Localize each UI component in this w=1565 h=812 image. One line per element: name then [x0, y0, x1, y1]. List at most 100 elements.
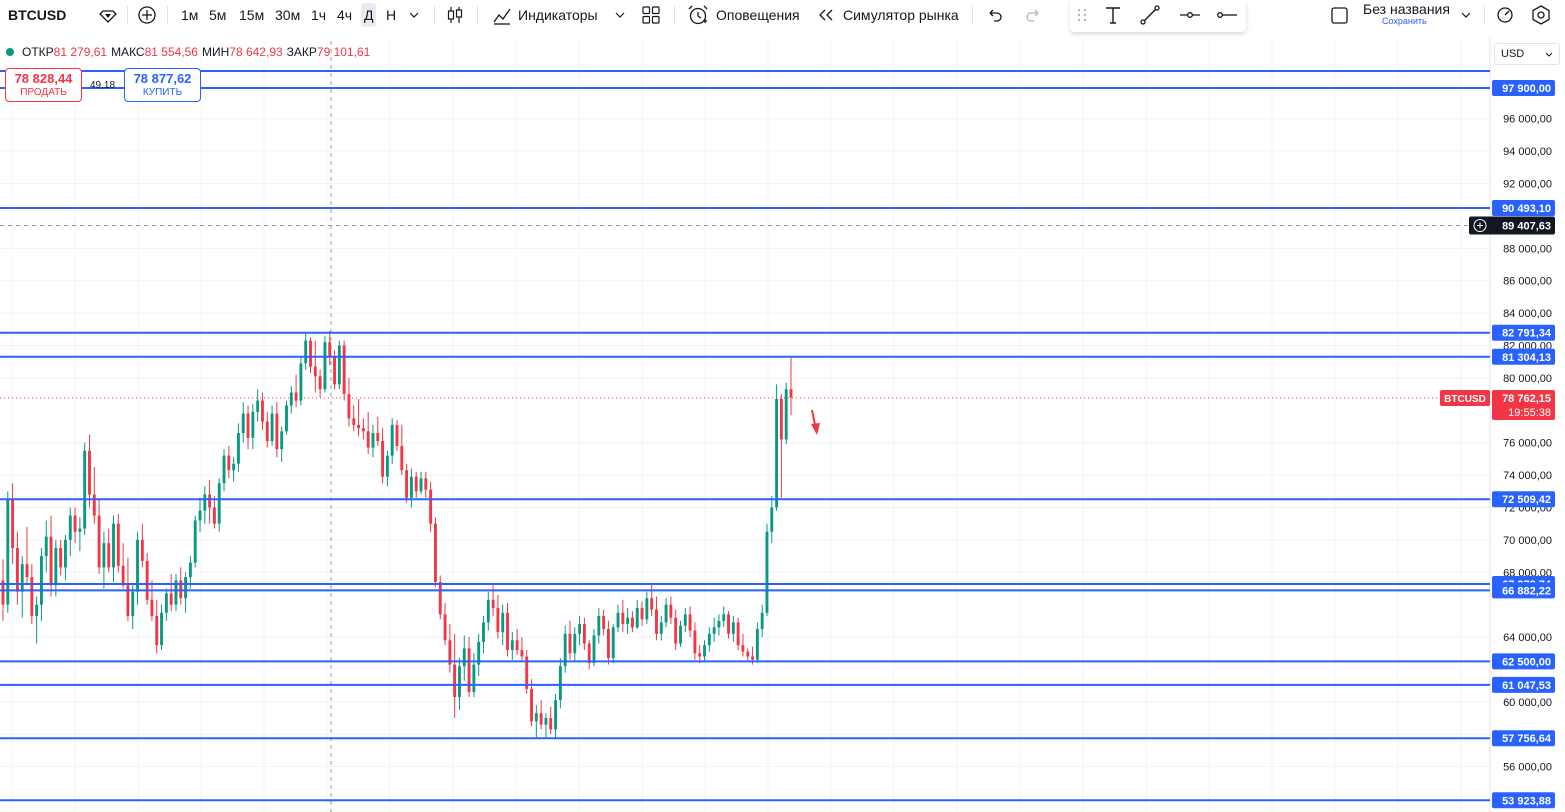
candle-body	[102, 543, 106, 568]
price-tick: 74 000,00	[1503, 470, 1552, 482]
timeframe-4h[interactable]: 4ч	[337, 0, 352, 30]
candle-body	[164, 593, 168, 613]
rewind-icon[interactable]	[817, 0, 835, 30]
candle-body	[6, 499, 10, 605]
chevron-down-icon[interactable]	[1460, 0, 1472, 30]
open-label: ОТКР	[22, 45, 54, 59]
candle-body	[251, 411, 255, 438]
timeframe-1m[interactable]: 1м	[181, 0, 198, 30]
sell-button[interactable]: 78 828,44 ПРОДАТЬ	[5, 68, 82, 102]
timeframe-week[interactable]: Н	[386, 0, 396, 30]
horizontal-line-icon[interactable]	[1178, 0, 1202, 30]
layout-save-status[interactable]: Сохранить	[1382, 16, 1427, 26]
close-label: ЗАКР	[286, 45, 317, 59]
candle-body	[11, 499, 15, 548]
layout-grid-icon[interactable]	[640, 0, 662, 30]
candle-body	[352, 418, 356, 425]
undo-icon[interactable]	[985, 0, 1005, 30]
candle-body	[261, 400, 264, 422]
redo-icon[interactable]	[1023, 0, 1043, 30]
candle-body	[688, 614, 692, 631]
horizontal-lines	[0, 69, 1490, 802]
candle-body	[587, 643, 591, 663]
price-axis-labels: 96 000,00 94 000,00 92 000,00 88 000,00 86 0…	[1440, 79, 1555, 809]
candle-body	[188, 562, 192, 578]
alarm-clock-icon[interactable]	[686, 0, 710, 30]
candle-body	[419, 478, 423, 492]
currency-label: USD	[1501, 48, 1525, 60]
candle-body	[486, 599, 490, 623]
candle-body	[578, 624, 582, 634]
candle-body	[313, 366, 317, 377]
candle-body	[236, 432, 240, 464]
timeframe-5m[interactable]: 5м	[209, 0, 226, 30]
candle-body	[770, 507, 774, 532]
candle-body	[626, 617, 630, 625]
candle-body	[563, 633, 567, 667]
candle-body	[323, 342, 327, 390]
currency-select[interactable]: USD	[1494, 43, 1560, 65]
candle-body	[20, 564, 24, 592]
candle-body	[30, 577, 34, 617]
horizontal-ray-icon[interactable]	[1215, 0, 1239, 30]
layout-name[interactable]: Без названия	[1363, 2, 1450, 16]
sell-label: ПРОДАТЬ	[20, 87, 67, 98]
candle-body	[789, 389, 793, 398]
timeframe-day[interactable]: Д	[361, 3, 377, 27]
candle-body	[611, 627, 615, 659]
candle-body	[318, 376, 322, 390]
candle-body	[203, 494, 207, 511]
gem-icon[interactable]	[97, 0, 119, 30]
candle-body	[126, 585, 130, 617]
candle-body	[703, 645, 706, 657]
level-price-tag	[1492, 730, 1555, 747]
candle-body	[155, 616, 159, 646]
quick-search-icon[interactable]	[1495, 0, 1517, 30]
buy-button[interactable]: 78 877,62 КУПИТЬ	[124, 68, 201, 102]
candle-body	[309, 340, 312, 367]
symbol-tag	[1440, 389, 1490, 406]
candle-body	[25, 564, 29, 578]
trend-line-icon[interactable]	[1138, 0, 1162, 30]
symbol-search-button[interactable]: BTCUSD	[8, 0, 66, 30]
candle-body	[92, 494, 96, 516]
candle-body	[333, 356, 336, 385]
chevron-down-icon[interactable]	[408, 0, 420, 30]
candle-body	[751, 656, 755, 660]
indicators-button[interactable]: Индикаторы	[518, 0, 598, 30]
level-price-tag	[1492, 676, 1555, 693]
high-value: 81 554,56	[144, 45, 198, 59]
candle-body	[208, 494, 212, 508]
timeframe-30m[interactable]: 30м	[275, 0, 300, 30]
candle-body	[722, 614, 726, 621]
candle-body	[136, 539, 139, 592]
price-tick: 70 000,00	[1503, 535, 1552, 547]
price-chart[interactable]: 96 000,00 94 000,00 92 000,00 88 000,00 86 0…	[0, 0, 1565, 812]
text-tool-icon[interactable]	[1102, 0, 1124, 30]
chevron-down-icon[interactable]	[614, 0, 626, 30]
settings-hexagon-icon[interactable]	[1530, 0, 1552, 30]
price-tick: 76 000,00	[1503, 438, 1552, 450]
drag-handle-icon[interactable]	[1076, 0, 1088, 30]
alerts-button[interactable]: Оповещения	[716, 0, 800, 30]
level-price-label: 97 900,00	[1502, 83, 1551, 95]
timeframe-15m[interactable]: 15м	[239, 0, 264, 30]
add-plus-icon	[1477, 222, 1483, 229]
candle-body	[741, 645, 745, 652]
level-price-label: 72 509,42	[1502, 494, 1551, 506]
price-tick: 86 000,00	[1503, 276, 1552, 288]
candle-body	[520, 650, 524, 657]
candle-body	[371, 432, 375, 448]
compare-add-icon[interactable]	[136, 0, 158, 30]
candles-icon[interactable]	[444, 0, 466, 30]
price-tick: 82 000,00	[1503, 341, 1552, 353]
candle-body	[193, 520, 197, 563]
indicators-icon[interactable]	[491, 0, 513, 30]
market-replay-button[interactable]: Симулятор рынка	[843, 0, 959, 30]
level-price-label: 67 278,74	[1502, 579, 1552, 591]
price-tick: 84 000,00	[1503, 308, 1552, 320]
timeframe-1h[interactable]: 1ч	[311, 0, 326, 30]
candle-body	[107, 543, 111, 568]
layout-checkbox-icon[interactable]	[1330, 0, 1350, 30]
candle-body	[381, 441, 385, 477]
